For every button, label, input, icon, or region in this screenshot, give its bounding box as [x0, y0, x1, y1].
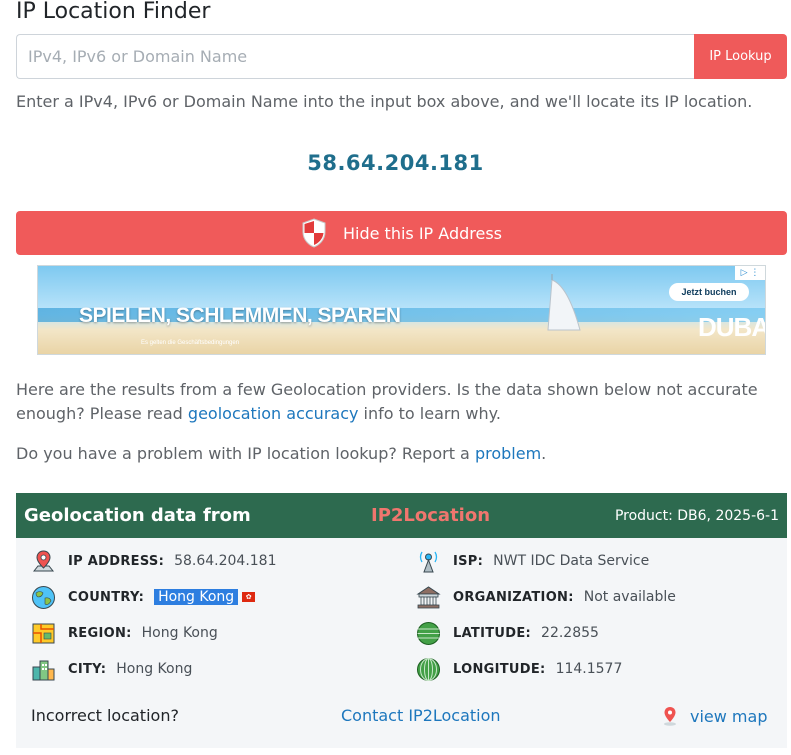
burj-al-arab-graphic — [547, 274, 581, 331]
ad-fine-print: Es gelten die Geschäftsbedingungen — [141, 340, 240, 346]
ip-address-row: IP ADDRESS: 58.64.204.181 — [31, 547, 277, 575]
globe-icon — [32, 585, 55, 609]
accuracy-text-line2: enough? Please read — [16, 404, 188, 423]
ip-address-value: 58.64.204.181 — [174, 553, 277, 569]
city-icon — [32, 660, 55, 680]
latitude-value: 22.2855 — [541, 625, 599, 641]
latitude-icon — [417, 621, 440, 645]
longitude-label: LONGITUDE: — [453, 661, 546, 677]
isp-row: ISP: NWT IDC Data Service — [416, 547, 649, 575]
report-text: Do you have a problem with IP location l… — [16, 444, 475, 463]
instruction-text: Enter a IPv4, IPv6 or Domain Name into t… — [16, 92, 753, 111]
isp-value: NWT IDC Data Service — [493, 553, 650, 569]
region-row: REGION: Hong Kong — [31, 619, 218, 647]
advertisement-banner[interactable]: SPIELEN, SCHLEMMEN, SPAREN Es gelten die… — [37, 265, 766, 355]
search-input[interactable] — [16, 34, 694, 79]
region-value: Hong Kong — [141, 625, 218, 641]
country-label: COUNTRY: — [68, 589, 145, 605]
longitude-icon — [417, 657, 440, 681]
search-bar: IP Lookup — [16, 34, 787, 79]
organization-value: Not available — [583, 589, 676, 605]
page-title: IP Location Finder — [16, 0, 211, 24]
hong-kong-flag-icon: ✿ — [242, 592, 256, 602]
accuracy-text-line1: Here are the results from a few Geolocat… — [16, 380, 758, 399]
ad-headline: SPIELEN, SCHLEMMEN, SPAREN — [79, 304, 401, 327]
isp-label: ISP: — [453, 553, 484, 569]
view-map-link[interactable]: view map — [690, 707, 767, 726]
antenna-icon — [419, 551, 438, 572]
page: IP Location Finder IP Lookup Enter a IPv… — [0, 0, 791, 755]
ad-cta-button[interactable]: Jetzt buchen — [669, 283, 749, 301]
building-icon — [416, 585, 441, 608]
ad-brand-logo: DUBAI — [698, 312, 765, 342]
hide-ip-button[interactable]: Hide this IP Address — [16, 211, 787, 255]
city-value: Hong Kong — [116, 661, 193, 677]
map-pin-icon — [32, 549, 55, 571]
report-text-tail: . — [541, 444, 547, 463]
current-ip-address: 58.64.204.181 — [307, 151, 484, 175]
contact-ip2location-link[interactable]: Contact IP2Location — [341, 706, 501, 726]
accuracy-paragraph: Here are the results from a few Geolocat… — [16, 378, 776, 426]
incorrect-location-label: Incorrect location? — [31, 706, 179, 725]
region-label: REGION: — [68, 625, 132, 641]
ip-address-label: IP ADDRESS: — [68, 553, 165, 569]
report-paragraph: Do you have a problem with IP location l… — [16, 442, 546, 466]
view-map-wrap[interactable]: view map — [662, 706, 767, 727]
ip-lookup-button[interactable]: IP Lookup — [694, 34, 787, 79]
longitude-row: LONGITUDE: 114.1577 — [416, 655, 622, 683]
organization-row: ORGANIZATION: Not available — [416, 583, 676, 611]
geolocation-header-title: Geolocation data from — [24, 505, 251, 526]
accuracy-text-tail: info to learn why. — [358, 404, 501, 423]
adchoices-icon[interactable]: ▷ ⋮ — [735, 266, 765, 280]
latitude-row: LATITUDE: 22.2855 — [416, 619, 599, 647]
provider-name: IP2Location — [371, 505, 491, 526]
problem-link[interactable]: problem — [475, 444, 541, 463]
city-row: CITY: Hong Kong — [31, 655, 192, 683]
geolocation-accuracy-link[interactable]: geolocation accuracy — [188, 404, 359, 423]
hide-ip-label: Hide this IP Address — [342, 223, 502, 243]
organization-label: ORGANIZATION: — [453, 589, 574, 605]
geolocation-header: Geolocation data from IP2Location Produc… — [16, 493, 787, 538]
region-map-icon — [32, 623, 55, 643]
country-value-wrap: Hong Kong ✿ — [154, 589, 256, 605]
map-marker-icon — [664, 707, 676, 726]
shield-icon — [302, 218, 326, 248]
country-value: Hong Kong — [154, 589, 239, 605]
country-row: COUNTRY: Hong Kong ✿ — [31, 583, 256, 611]
product-version: Product: DB6, 2025-6-1 — [614, 507, 779, 524]
latitude-label: LATITUDE: — [453, 625, 532, 641]
city-label: CITY: — [68, 661, 107, 677]
longitude-value: 114.1577 — [555, 661, 623, 677]
